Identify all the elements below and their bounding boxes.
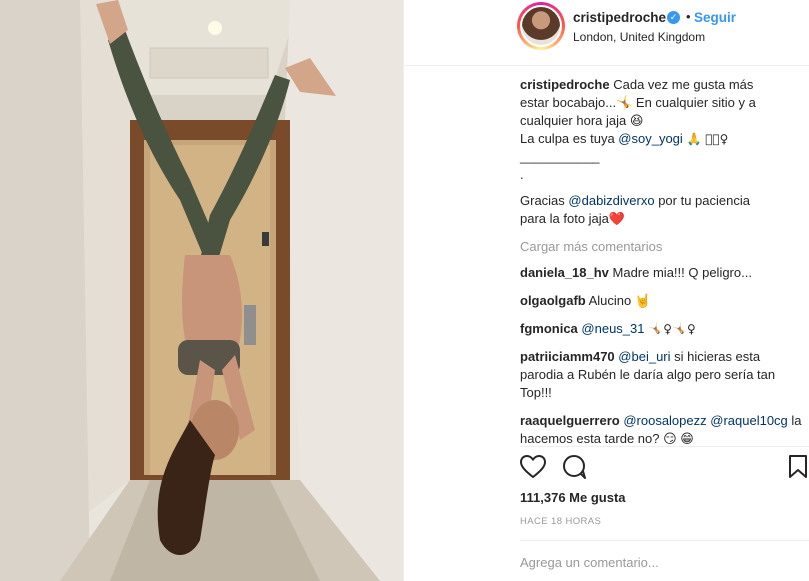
comment-item: raaquelguerrero @roosalopezz @raquel10cg… [520,412,804,448]
caption-line-7-rest: por tu paciencia [654,193,750,208]
comment-username[interactable]: olgaolgafb [520,293,586,308]
caption-line-8: para la foto jaja❤️ [520,211,626,226]
post-photo[interactable] [0,0,403,581]
caption-line-7-text: Gracias [520,193,569,208]
post-author-username[interactable]: cristipedroche [573,10,666,25]
bookmark-icon[interactable] [788,455,808,482]
mention-link[interactable]: @neus_31 [581,321,644,336]
comment-username[interactable]: fgmonica [520,321,578,336]
mention-link[interactable]: @soy_yogi [618,131,683,146]
comment-username[interactable]: patriiciamm470 [520,349,615,364]
mention-link[interactable]: @bei_uri [618,349,670,364]
instagram-post: cristipedroche ✓ • Seguir London, United… [0,0,809,581]
mention-link[interactable]: @raquel10cg [710,413,788,428]
avatar[interactable] [520,5,562,47]
caption-line-1: Cada vez me gusta más [613,77,754,92]
caption-line-4: La culpa es tuya @soy_yogi 🙏 🏻🏻♀ [520,130,804,148]
post-actions [519,454,809,482]
caption-line-3: cualquier hora jaja 😆 [520,113,644,128]
story-ring[interactable] [517,2,565,50]
mention-link[interactable]: @roosalopezz [623,413,706,428]
comment-item: patriiciamm470 @bei_uri si hicieras esta… [520,348,804,402]
divider [520,540,809,541]
caption-line-5: ___________ [520,149,600,164]
mention-link[interactable]: @dabizdiverxo [568,193,654,208]
comment-text: Alucino 🤘 [588,293,652,308]
comment-username[interactable]: raaquelguerrero [520,413,620,428]
caption: cristipedroche Cada vez me gusta más est… [520,76,804,228]
heart-icon[interactable] [519,454,547,482]
post-timestamp[interactable]: HACE 18 HORAS [520,516,601,527]
comments-list: cristipedroche Cada vez me gusta más est… [520,76,804,458]
separator-dot: • [686,9,691,24]
caption-line-4-emoji: 🙏 🏻🏻♀ [686,132,729,146]
comment-item: daniela_18_hv Madre mia!!! Q peligro... [520,264,804,282]
comment-item: olgaolgafb Alucino 🤘 [520,292,804,310]
verified-check-icon: ✓ [667,11,680,24]
add-comment-input[interactable] [520,548,790,576]
comment-text: Madre mia!!! Q peligro... [612,265,752,280]
comment-item: fgmonica @neus_31 🤸🏻♀🤸🏻♀ [520,320,804,338]
speech-bubble-icon[interactable] [562,455,588,482]
caption-username[interactable]: cristipedroche [520,77,610,92]
hallway-handstand-photo [0,0,403,581]
post-header: cristipedroche ✓ • Seguir London, United… [404,0,809,66]
caption-line-6: . [520,167,524,182]
caption-line-7: Gracias @dabizdiverxo por tu paciencia [520,192,804,210]
post-details-panel: cristipedroche ✓ • Seguir London, United… [403,0,809,581]
comment-text: 🤸🏻♀🤸🏻♀ [644,322,696,336]
divider [520,446,809,447]
post-location[interactable]: London, United Kingdom [573,30,705,44]
load-more-comments-button[interactable]: Cargar más comentarios [520,238,804,256]
caption-line-4-text: La culpa es tuya [520,131,619,146]
caption-line-2: estar bocabajo...🤸 En cualquier sitio y … [520,95,756,110]
follow-button[interactable]: Seguir [694,10,736,25]
comment-username[interactable]: daniela_18_hv [520,265,609,280]
likes-count[interactable]: 111,376 Me gusta [520,490,626,505]
